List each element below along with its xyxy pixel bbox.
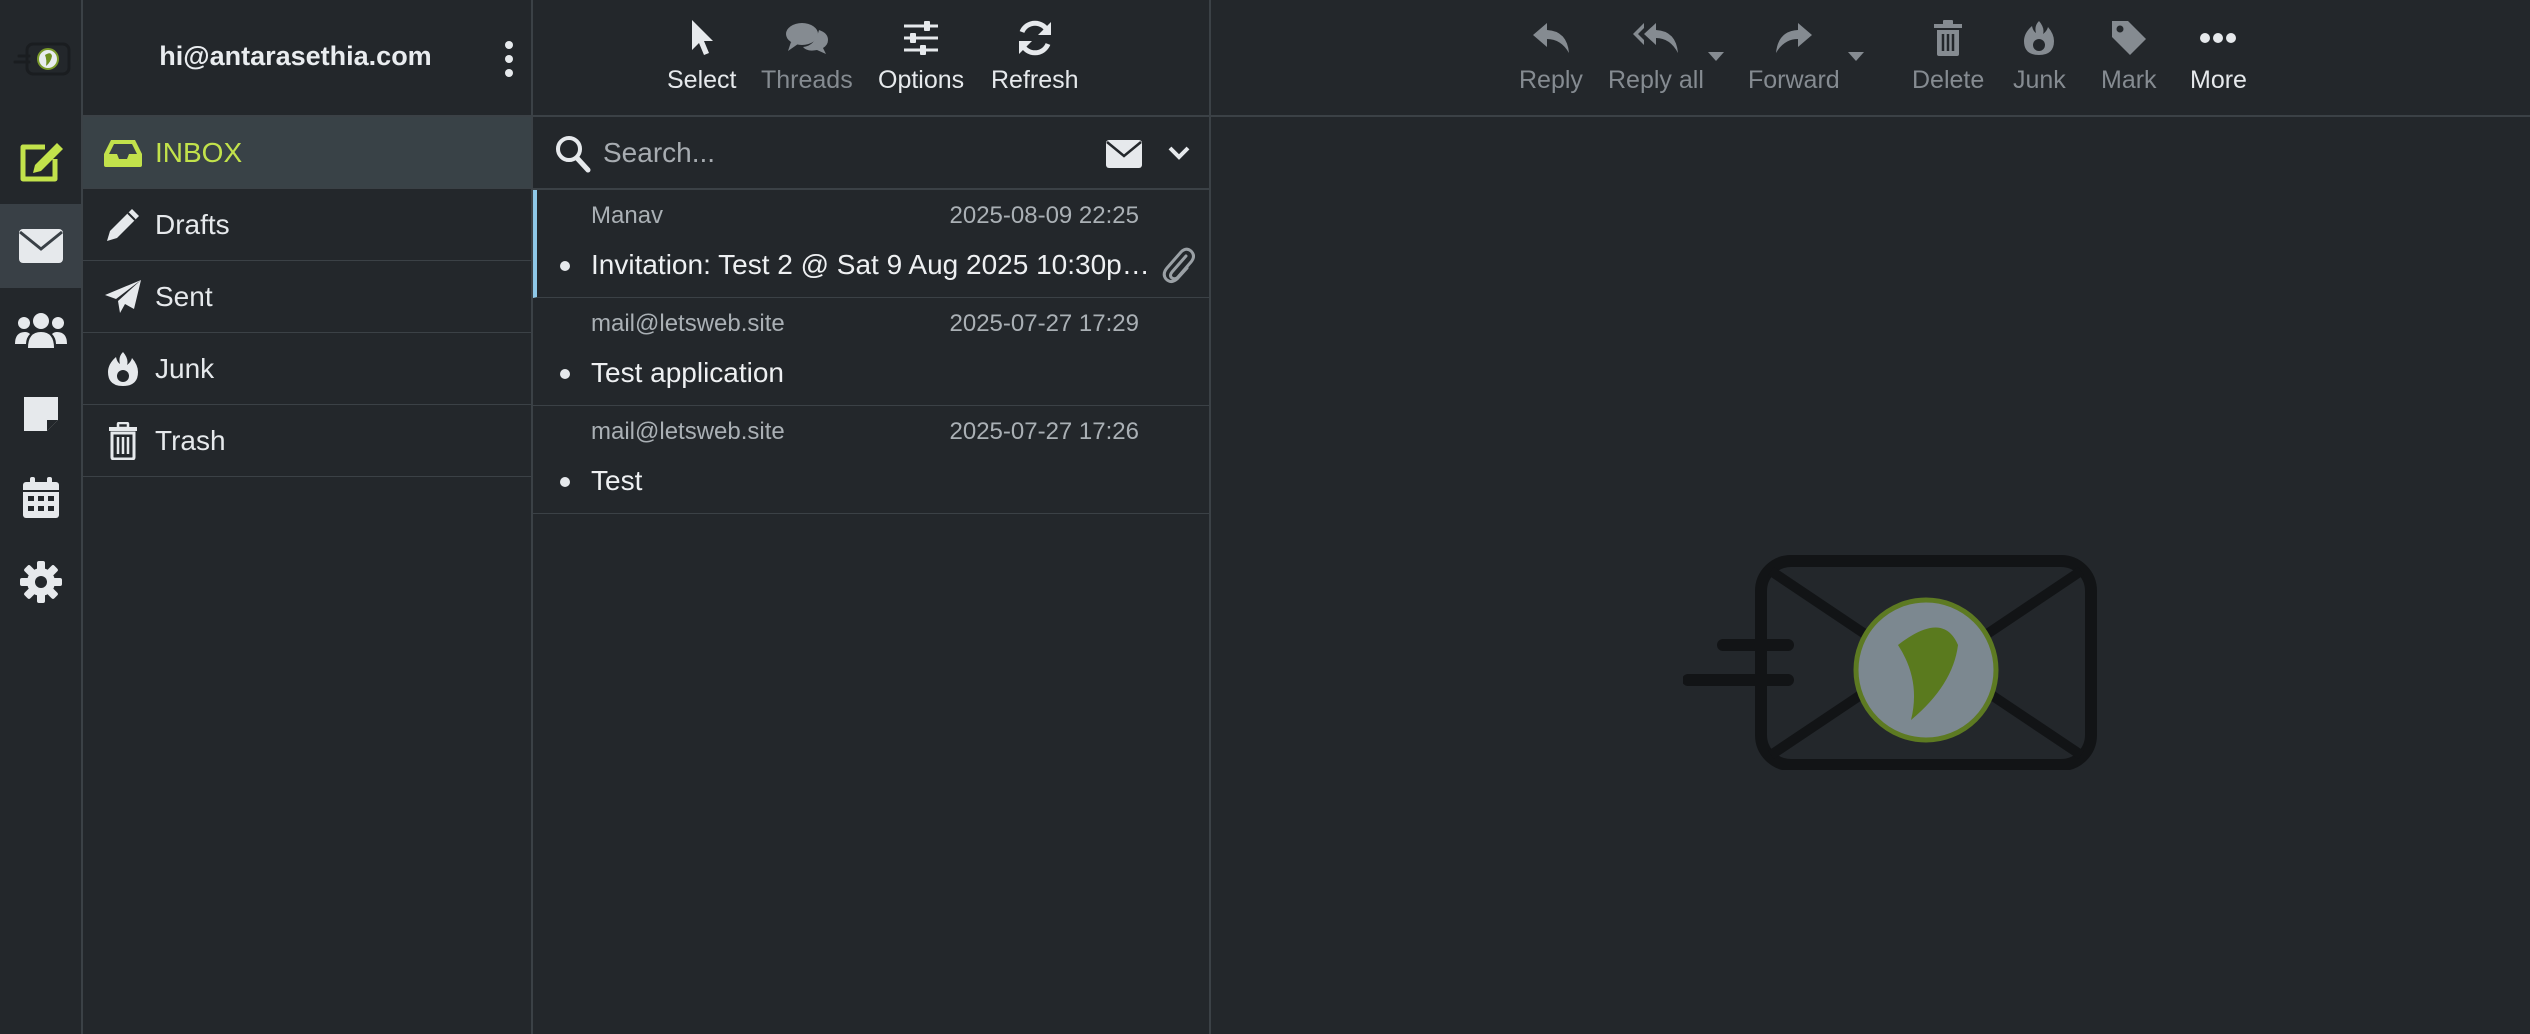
comments-icon [785, 16, 829, 60]
reply-icon [1531, 16, 1571, 60]
unread-dot [560, 369, 570, 379]
inbox-icon [103, 133, 143, 173]
trash-icon [103, 421, 143, 461]
message-subject: Test application [591, 357, 785, 388]
message-date: 2025-08-09 22:25 [949, 202, 1140, 229]
pointer-icon [689, 16, 715, 60]
rail-mail[interactable] [0, 204, 81, 288]
forward-dropdown-icon[interactable] [1848, 52, 1864, 61]
pencil-icon [103, 205, 143, 245]
search-icon[interactable] [555, 135, 591, 173]
rail-notes[interactable] [0, 372, 81, 456]
app-logo[interactable] [0, 0, 83, 117]
message-toolbar: Reply Reply all Forward Delete Junk Mark… [1211, 0, 2530, 117]
folder-label: INBOX [155, 136, 243, 168]
forward-label: Forward [1748, 66, 1840, 94]
message-row[interactable]: Manav 2025-08-09 22:25 Invitation: Test … [533, 190, 1209, 298]
more-button[interactable]: More [2190, 16, 2247, 95]
message-subject: Invitation: Test 2 @ Sat 9 Aug 2025 10:3… [591, 249, 1151, 280]
folder-pane: hi@antarasethia.com INBOX Drafts Sent Ju… [83, 0, 533, 1034]
select-button[interactable]: Select [667, 16, 736, 95]
mark-label: Mark [2101, 66, 2157, 94]
reply-all-label: Reply all [1608, 66, 1704, 94]
account-email: hi@antarasethia.com [159, 41, 432, 71]
junk-label: Junk [2013, 66, 2066, 94]
sliders-icon [902, 16, 940, 60]
roundcube-logo-icon [13, 42, 70, 75]
options-label: Options [878, 66, 965, 94]
junk-button[interactable]: Junk [2013, 16, 2066, 95]
delete-button[interactable]: Delete [1912, 16, 1984, 95]
refresh-label: Refresh [991, 66, 1079, 94]
forward-button[interactable]: Forward [1748, 16, 1840, 95]
users-icon [14, 313, 67, 348]
gear-icon [19, 561, 62, 603]
reply-all-icon [1632, 16, 1680, 60]
mail-watermark-icon [1683, 555, 2097, 770]
search-bar [533, 117, 1209, 190]
compose-icon [20, 143, 63, 182]
calendar-icon [22, 477, 59, 518]
message-subject: Test [591, 465, 643, 496]
message-row[interactable]: mail@letsweb.site 2025-07-27 17:29 Test … [533, 298, 1209, 406]
message-sender: mail@letsweb.site [591, 310, 785, 337]
reading-pane: Reply Reply all Forward Delete Junk Mark… [1211, 0, 2530, 1034]
forward-icon [1774, 16, 1814, 60]
unread-dot [560, 477, 570, 487]
trash-icon [1933, 16, 1963, 60]
message-date: 2025-07-27 17:29 [949, 310, 1140, 337]
folder-item-inbox[interactable]: INBOX [83, 117, 531, 189]
refresh-button[interactable]: Refresh [991, 16, 1079, 95]
reply-all-dropdown-icon[interactable] [1708, 52, 1724, 61]
sticky-note-icon [23, 397, 58, 431]
rail-calendar[interactable] [0, 456, 81, 540]
envelope-filter-icon[interactable] [1105, 139, 1143, 169]
fire-icon [103, 349, 143, 389]
options-button[interactable]: Options [878, 16, 964, 95]
folder-item-drafts[interactable]: Drafts [83, 189, 531, 261]
more-label: More [2190, 66, 2247, 94]
paperclip-icon [1162, 247, 1195, 283]
tag-icon [2110, 16, 2148, 60]
folder-label: Sent [155, 280, 213, 312]
kebab-menu-icon [505, 41, 513, 77]
select-label: Select [667, 66, 737, 94]
rail-settings[interactable] [0, 540, 81, 624]
rail-contacts[interactable] [0, 288, 81, 372]
folder-label: Trash [155, 424, 226, 456]
account-menu-button[interactable] [497, 36, 521, 82]
rail-compose[interactable] [0, 120, 81, 204]
message-row[interactable]: mail@letsweb.site 2025-07-27 17:26 Test [533, 406, 1209, 514]
threads-label: Threads [761, 66, 853, 94]
app-rail [0, 0, 83, 1034]
paper-plane-icon [103, 277, 143, 317]
folder-item-sent[interactable]: Sent [83, 261, 531, 333]
message-sender: mail@letsweb.site [591, 418, 785, 445]
reply-button[interactable]: Reply [1519, 16, 1583, 95]
account-header: hi@antarasethia.com [83, 0, 531, 117]
delete-label: Delete [1912, 66, 1985, 94]
message-list-pane: Select Threads Options Refresh Search...… [533, 0, 1211, 1034]
folder-label: Drafts [155, 208, 230, 240]
reply-all-button[interactable]: Reply all [1608, 16, 1704, 95]
folder-item-junk[interactable]: Junk [83, 333, 531, 405]
list-toolbar: Select Threads Options Refresh [533, 0, 1209, 117]
folder-label: Junk [155, 352, 215, 384]
mark-button[interactable]: Mark [2101, 16, 2157, 95]
envelope-icon [18, 229, 63, 263]
refresh-icon [1015, 16, 1055, 60]
reply-label: Reply [1519, 66, 1583, 94]
threads-button[interactable]: Threads [761, 16, 853, 95]
fire-icon [2023, 16, 2055, 60]
unread-dot [560, 261, 570, 271]
ellipsis-icon [2199, 16, 2237, 60]
chevron-down-icon[interactable] [1168, 145, 1190, 161]
folder-item-trash[interactable]: Trash [83, 405, 531, 477]
message-date: 2025-07-27 17:26 [949, 418, 1140, 445]
search-input[interactable] [603, 131, 1063, 175]
message-sender: Manav [591, 202, 664, 229]
